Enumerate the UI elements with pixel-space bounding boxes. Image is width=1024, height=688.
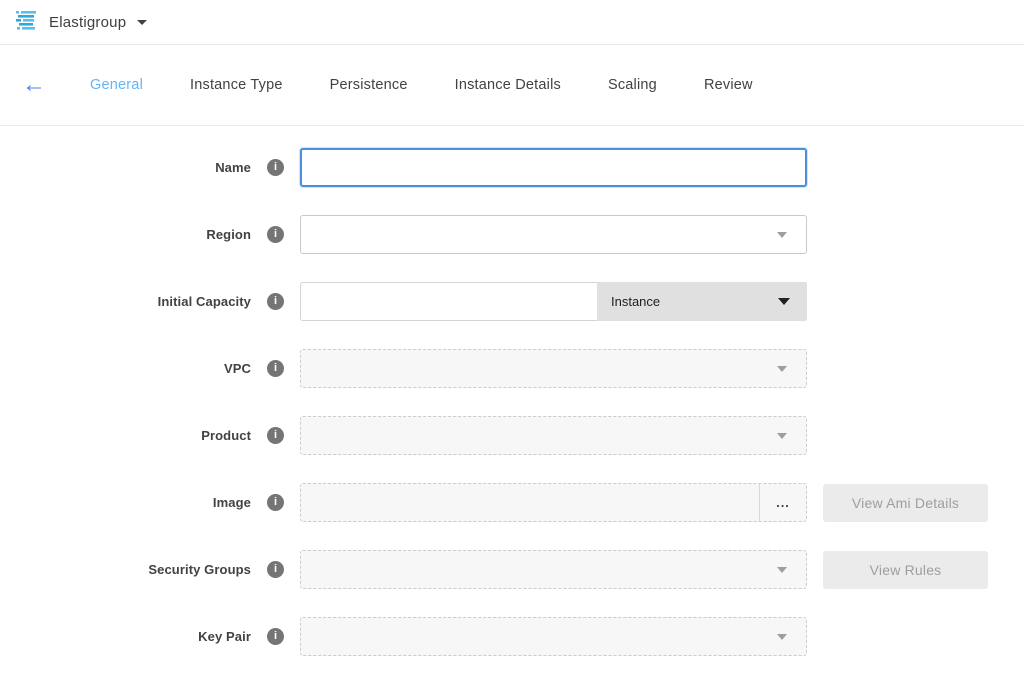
security-groups-label: Security Groups [0,562,251,577]
app-header: Elastigroup [0,0,1024,45]
tab-persistence[interactable]: Persistence [330,77,408,93]
field-row-security-groups: Security Groups i View Rules [0,550,1024,589]
wizard-tab-bar: ← General Instance Type Persistence Inst… [0,45,1024,126]
key-pair-label: Key Pair [0,629,251,644]
field-row-initial-capacity: Initial Capacity i Instance [0,282,1024,321]
key-pair-caret-down-icon [777,634,787,640]
tab-instance-details[interactable]: Instance Details [455,77,561,93]
wizard-tabs: General Instance Type Persistence Instan… [90,77,753,93]
capacity-unit-caret-down-icon [778,298,790,305]
tab-general[interactable]: General [90,77,143,93]
name-input[interactable] [300,148,807,187]
initial-capacity-input[interactable] [300,282,597,321]
field-row-image: Image i ... View Ami Details [0,483,1024,522]
initial-capacity-control: Instance [300,282,807,321]
tab-review[interactable]: Review [704,77,753,93]
region-select[interactable] [300,215,807,254]
capacity-unit-select[interactable]: Instance [597,282,807,321]
name-info-icon[interactable]: i [267,159,284,176]
key-pair-info-icon[interactable]: i [267,628,284,645]
initial-capacity-info-icon[interactable]: i [267,293,284,310]
field-row-product: Product i [0,416,1024,455]
back-arrow-icon[interactable]: ← [22,73,46,97]
product-caret-down-icon [777,433,787,439]
vpc-caret-down-icon [777,366,787,372]
field-row-region: Region i [0,215,1024,254]
product-label: Product [0,428,251,443]
elastigroup-logo-icon [14,10,40,34]
vpc-label: VPC [0,361,251,376]
image-value [301,484,759,521]
field-row-name: Name i [0,148,1024,187]
general-settings-form: Name i Region i Initial Capacity i Insta… [0,126,1024,656]
name-label: Name [0,160,251,175]
vpc-info-icon[interactable]: i [267,360,284,377]
app-switcher-caret-down-icon[interactable] [137,20,147,25]
product-info-icon[interactable]: i [267,427,284,444]
region-info-icon[interactable]: i [267,226,284,243]
image-input-group: ... [300,483,807,522]
vpc-select [300,349,807,388]
image-info-icon[interactable]: i [267,494,284,511]
product-select [300,416,807,455]
capacity-unit-value: Instance [611,294,660,309]
view-ami-details-button[interactable]: View Ami Details [823,484,988,522]
image-label: Image [0,495,251,510]
image-browse-button[interactable]: ... [759,484,806,521]
initial-capacity-label: Initial Capacity [0,294,251,309]
app-switcher-label[interactable]: Elastigroup [49,14,126,31]
security-groups-caret-down-icon [777,567,787,573]
tab-instance-type[interactable]: Instance Type [190,77,283,93]
region-label: Region [0,227,251,242]
security-groups-select [300,550,807,589]
field-row-key-pair: Key Pair i [0,617,1024,656]
region-caret-down-icon [777,232,787,238]
field-row-vpc: VPC i [0,349,1024,388]
key-pair-select [300,617,807,656]
view-rules-button[interactable]: View Rules [823,551,988,589]
tab-scaling[interactable]: Scaling [608,77,657,93]
security-groups-info-icon[interactable]: i [267,561,284,578]
